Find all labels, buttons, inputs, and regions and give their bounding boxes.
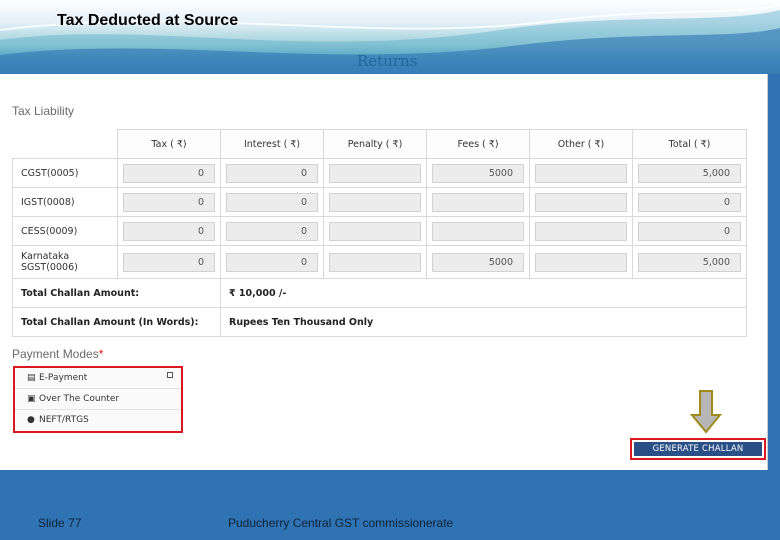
payment-mode-label: Over The Counter bbox=[39, 394, 120, 404]
fees-field[interactable] bbox=[432, 221, 524, 241]
tax-field[interactable]: 0 bbox=[123, 163, 215, 183]
header-blank bbox=[13, 130, 118, 159]
tax-liability-heading: Tax Liability bbox=[12, 104, 75, 118]
column-header-interest: Interest ( ₹) bbox=[220, 129, 324, 159]
table-header-row: Tax ( ₹) Interest ( ₹) Penalty ( ₹) Fees… bbox=[13, 129, 747, 159]
slide-title: Tax Deducted at Source bbox=[57, 12, 239, 29]
other-field[interactable] bbox=[535, 163, 627, 183]
fees-field[interactable] bbox=[432, 192, 524, 212]
total-amount-value: ₹ 10,000 /- bbox=[220, 278, 747, 308]
table-row-cess: CESS(0009) 0 0 0 bbox=[12, 216, 747, 246]
total-words-row: Total Challan Amount (In Words): Rupees … bbox=[12, 307, 747, 337]
row-label: IGST(0008) bbox=[12, 187, 118, 217]
slide-footer: Puducherry Central GST commissionerate bbox=[228, 516, 454, 530]
checkbox-icon[interactable] bbox=[167, 372, 173, 378]
payment-mode-over-the-counter[interactable]: ▣ Over The Counter bbox=[15, 389, 181, 410]
section-title: Returns bbox=[357, 52, 418, 70]
row-label: Karnataka SGST(0006) bbox=[12, 245, 118, 279]
total-field: 5,000 bbox=[638, 163, 741, 183]
table-row-sgst: Karnataka SGST(0006) 0 0 5000 5,000 bbox=[12, 245, 747, 279]
total-field: 0 bbox=[638, 192, 741, 212]
interest-field[interactable]: 0 bbox=[226, 163, 318, 183]
row-label: CGST(0005) bbox=[12, 158, 118, 188]
column-header-total: Total ( ₹) bbox=[632, 129, 747, 159]
penalty-field[interactable] bbox=[329, 163, 421, 183]
slide-banner: Tax Deducted at Source Returns bbox=[0, 0, 780, 74]
generate-challan-highlight: GENERATE CHALLAN bbox=[630, 438, 766, 460]
fees-field[interactable]: 5000 bbox=[432, 252, 524, 272]
payment-modes-label: Payment Modes bbox=[12, 347, 99, 361]
payment-mode-neft-rtgs[interactable]: ● NEFT/RTGS bbox=[15, 410, 181, 431]
penalty-field[interactable] bbox=[329, 252, 421, 272]
interest-field[interactable]: 0 bbox=[226, 252, 318, 272]
table-row-igst: IGST(0008) 0 0 0 bbox=[12, 187, 747, 217]
table-row-cgst: CGST(0005) 0 0 5000 5,000 bbox=[12, 158, 747, 188]
fees-field[interactable]: 5000 bbox=[432, 163, 524, 183]
challan-screen: Tax Liability Tax ( ₹) Interest ( ₹) Pen… bbox=[0, 74, 768, 470]
penalty-field[interactable] bbox=[329, 221, 421, 241]
column-header-penalty: Penalty ( ₹) bbox=[323, 129, 427, 159]
total-words-value: Rupees Ten Thousand Only bbox=[220, 307, 747, 337]
tax-field[interactable]: 0 bbox=[123, 221, 215, 241]
column-header-fees: Fees ( ₹) bbox=[426, 129, 530, 159]
globe-icon: ● bbox=[27, 415, 35, 425]
total-field: 0 bbox=[638, 221, 741, 241]
tax-field[interactable]: 0 bbox=[123, 252, 215, 272]
payment-modes-list: ▤ E-Payment ▣ Over The Counter ● NEFT/RTGS bbox=[13, 366, 183, 433]
tax-field[interactable]: 0 bbox=[123, 192, 215, 212]
other-field[interactable] bbox=[535, 252, 627, 272]
down-arrow-icon bbox=[690, 390, 722, 434]
payment-mode-label: E-Payment bbox=[39, 373, 88, 383]
total-amount-label: Total Challan Amount: bbox=[12, 278, 221, 308]
card-icon: ▤ bbox=[27, 373, 36, 383]
total-amount-row: Total Challan Amount: ₹ 10,000 /- bbox=[12, 278, 747, 308]
required-mark: * bbox=[98, 347, 104, 361]
row-label: CESS(0009) bbox=[12, 216, 118, 246]
payment-mode-label: NEFT/RTGS bbox=[39, 415, 89, 425]
generate-challan-button[interactable]: GENERATE CHALLAN bbox=[634, 442, 762, 456]
tax-liability-table: Tax ( ₹) Interest ( ₹) Penalty ( ₹) Fees… bbox=[12, 129, 747, 337]
payment-mode-e-payment[interactable]: ▤ E-Payment bbox=[15, 368, 181, 389]
counter-icon: ▣ bbox=[27, 394, 36, 404]
total-field: 5,000 bbox=[638, 252, 741, 272]
interest-field[interactable]: 0 bbox=[226, 192, 318, 212]
column-header-other: Other ( ₹) bbox=[529, 129, 633, 159]
payment-modes-heading: Payment Modes* bbox=[12, 347, 103, 361]
slide-number: Slide 77 bbox=[38, 516, 82, 530]
column-header-tax: Tax ( ₹) bbox=[117, 129, 221, 159]
penalty-field[interactable] bbox=[329, 192, 421, 212]
other-field[interactable] bbox=[535, 221, 627, 241]
interest-field[interactable]: 0 bbox=[226, 221, 318, 241]
total-words-label: Total Challan Amount (In Words): bbox=[12, 307, 221, 337]
other-field[interactable] bbox=[535, 192, 627, 212]
